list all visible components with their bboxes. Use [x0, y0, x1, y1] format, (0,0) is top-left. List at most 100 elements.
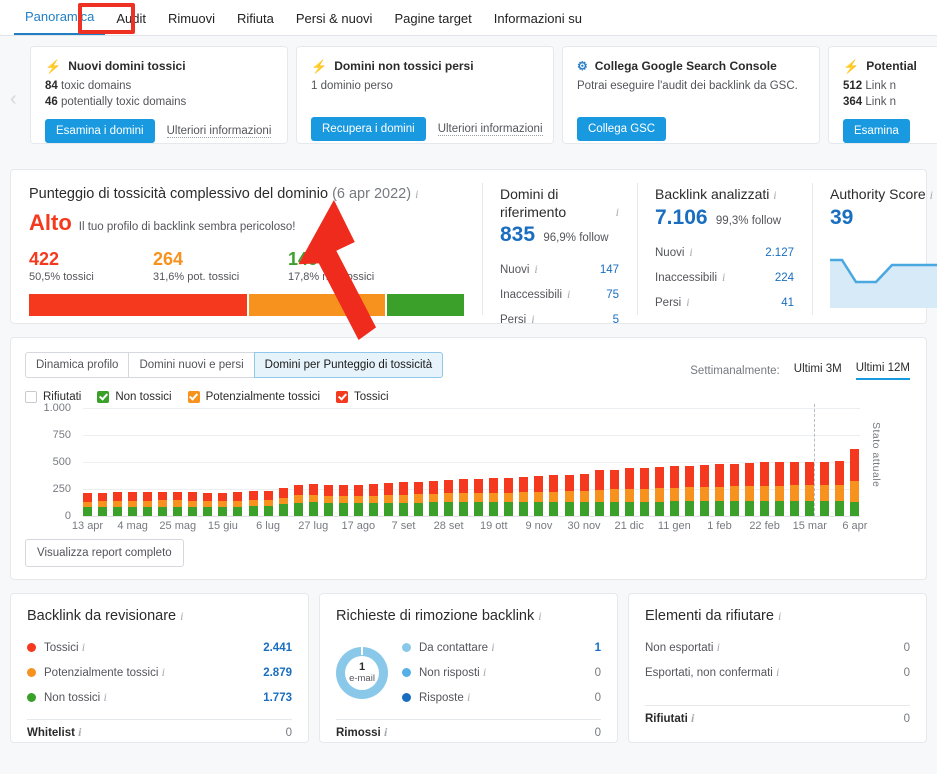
- chart-tab-domini-nuovi-e-persi[interactable]: Domini nuovi e persi: [128, 352, 255, 378]
- chart-bar[interactable]: [684, 466, 694, 516]
- legend-item-tossici[interactable]: Tossici: [336, 391, 389, 403]
- chart-bar[interactable]: [113, 492, 123, 516]
- info-icon[interactable]: i: [616, 203, 619, 221]
- info-icon[interactable]: i: [717, 640, 720, 654]
- connect-gsc-button[interactable]: Collega GSC: [577, 117, 667, 141]
- info-icon[interactable]: i: [467, 690, 470, 704]
- info-icon[interactable]: i: [538, 609, 541, 623]
- chart-bar[interactable]: [414, 482, 424, 516]
- tab-pagine-target[interactable]: Pagine target: [383, 12, 482, 35]
- checkbox-checked-icon[interactable]: [336, 391, 349, 403]
- info-icon[interactable]: i: [415, 187, 418, 201]
- chart-bar[interactable]: [474, 478, 484, 516]
- tab-rimuovi[interactable]: Rimuovi: [157, 12, 226, 35]
- chart-bar[interactable]: [398, 482, 408, 516]
- legend-item-non-tossici[interactable]: Non tossici: [97, 391, 172, 403]
- chart-bar[interactable]: [233, 491, 243, 516]
- chart-bar[interactable]: [444, 479, 454, 516]
- info-icon[interactable]: i: [778, 609, 781, 623]
- chart-bar[interactable]: [429, 480, 439, 516]
- notification-card[interactable]: ⚙ Collega Google Search Console Potrai e…: [562, 46, 820, 144]
- more-info-link[interactable]: Ulteriori informazioni: [166, 125, 272, 138]
- more-info-link[interactable]: Ulteriori informazioni: [437, 123, 543, 136]
- chart-bar[interactable]: [383, 483, 393, 516]
- period-last-3m[interactable]: Ultimi 3M: [794, 363, 842, 379]
- chart-bar[interactable]: [504, 478, 514, 516]
- checkbox-checked-icon[interactable]: [187, 391, 200, 403]
- info-icon[interactable]: i: [78, 725, 81, 739]
- info-icon[interactable]: i: [180, 609, 183, 623]
- chart-bar[interactable]: [820, 461, 830, 516]
- chart-bar[interactable]: [714, 463, 724, 516]
- chart-bar[interactable]: [850, 448, 860, 516]
- info-icon[interactable]: i: [930, 188, 933, 202]
- tab-audit[interactable]: Audit: [105, 12, 157, 35]
- chart-tab-dinamica-profilo[interactable]: Dinamica profilo: [25, 352, 130, 378]
- chart-bar[interactable]: [805, 461, 815, 516]
- chart-bar[interactable]: [564, 474, 574, 516]
- legend-item-potenzialmente-tossici[interactable]: Potenzialmente tossici: [187, 391, 320, 403]
- chart-bar[interactable]: [188, 492, 198, 516]
- period-last-12m[interactable]: Ultimi 12M: [855, 362, 910, 380]
- chart-bar[interactable]: [83, 493, 92, 516]
- recover-domains-button[interactable]: Recupera i domini: [311, 117, 426, 141]
- info-icon[interactable]: i: [773, 188, 776, 202]
- chart-bar[interactable]: [218, 493, 228, 516]
- checkbox-checked-icon[interactable]: [97, 391, 110, 403]
- info-icon[interactable]: i: [691, 711, 694, 725]
- examine-button[interactable]: Esamina: [843, 119, 910, 143]
- chart-bar[interactable]: [293, 485, 303, 516]
- info-icon[interactable]: i: [776, 665, 779, 679]
- info-icon[interactable]: i: [531, 307, 534, 331]
- tab-panoramica[interactable]: Panoramica: [14, 10, 105, 35]
- chart-bar[interactable]: [459, 479, 469, 516]
- examine-domains-button[interactable]: Esamina i domini: [45, 119, 155, 143]
- chart-bar[interactable]: [173, 491, 183, 516]
- info-icon[interactable]: i: [567, 282, 570, 306]
- chart-bar[interactable]: [489, 478, 499, 516]
- carousel-prev-icon[interactable]: ‹: [10, 88, 17, 111]
- chart-bar[interactable]: [534, 475, 544, 516]
- tab-informazioni-su[interactable]: Informazioni su: [483, 12, 593, 35]
- info-icon[interactable]: i: [483, 665, 486, 679]
- chart-bar[interactable]: [203, 492, 213, 516]
- chart-bar[interactable]: [549, 475, 559, 516]
- chart-bar[interactable]: [624, 468, 634, 516]
- info-icon[interactable]: i: [162, 665, 165, 679]
- info-icon[interactable]: i: [722, 265, 725, 289]
- chart-bar[interactable]: [594, 470, 604, 516]
- info-icon[interactable]: i: [534, 257, 537, 281]
- tab-rifiuta[interactable]: Rifiuta: [226, 12, 285, 35]
- notification-card[interactable]: ⚡ Potential 512 Link n 364 Link n Esamin…: [828, 46, 937, 144]
- info-icon[interactable]: i: [103, 690, 106, 704]
- chart-bar[interactable]: [790, 462, 800, 516]
- chart-bar[interactable]: [248, 491, 258, 516]
- chart-bar[interactable]: [308, 483, 318, 516]
- chart-bar[interactable]: [654, 467, 664, 516]
- tab-persi-e-nuovi[interactable]: Persi & nuovi: [285, 12, 384, 35]
- checkbox-unchecked-icon[interactable]: [25, 391, 37, 403]
- chart-bar[interactable]: [128, 492, 138, 516]
- chart-bar[interactable]: [158, 491, 168, 516]
- chart-bar[interactable]: [278, 487, 288, 516]
- notification-card[interactable]: ⚡ Nuovi domini tossici 84 toxic domains …: [30, 46, 288, 144]
- chart-bar[interactable]: [323, 485, 333, 516]
- view-full-report-button[interactable]: Visualizza report completo: [25, 539, 184, 567]
- chart-bar[interactable]: [639, 468, 649, 516]
- chart-bar[interactable]: [835, 461, 845, 516]
- chart-bar[interactable]: [669, 466, 679, 516]
- chart-bar[interactable]: [579, 474, 589, 516]
- chart-bar[interactable]: [519, 476, 529, 516]
- chart-bar[interactable]: [98, 492, 108, 516]
- chart-bar[interactable]: [730, 463, 740, 516]
- chart-bar[interactable]: [699, 464, 709, 516]
- chart-bar[interactable]: [143, 491, 153, 516]
- chart-bar[interactable]: [775, 462, 785, 516]
- chart-bar[interactable]: [338, 485, 348, 516]
- info-icon[interactable]: i: [82, 640, 85, 654]
- info-icon[interactable]: i: [689, 240, 692, 264]
- chart-bar[interactable]: [353, 484, 363, 516]
- chart-bar[interactable]: [263, 490, 273, 516]
- chart-bar[interactable]: [609, 469, 619, 516]
- chart-tab-domini-per-punteggio[interactable]: Domini per Punteggio di tossicità: [253, 352, 444, 378]
